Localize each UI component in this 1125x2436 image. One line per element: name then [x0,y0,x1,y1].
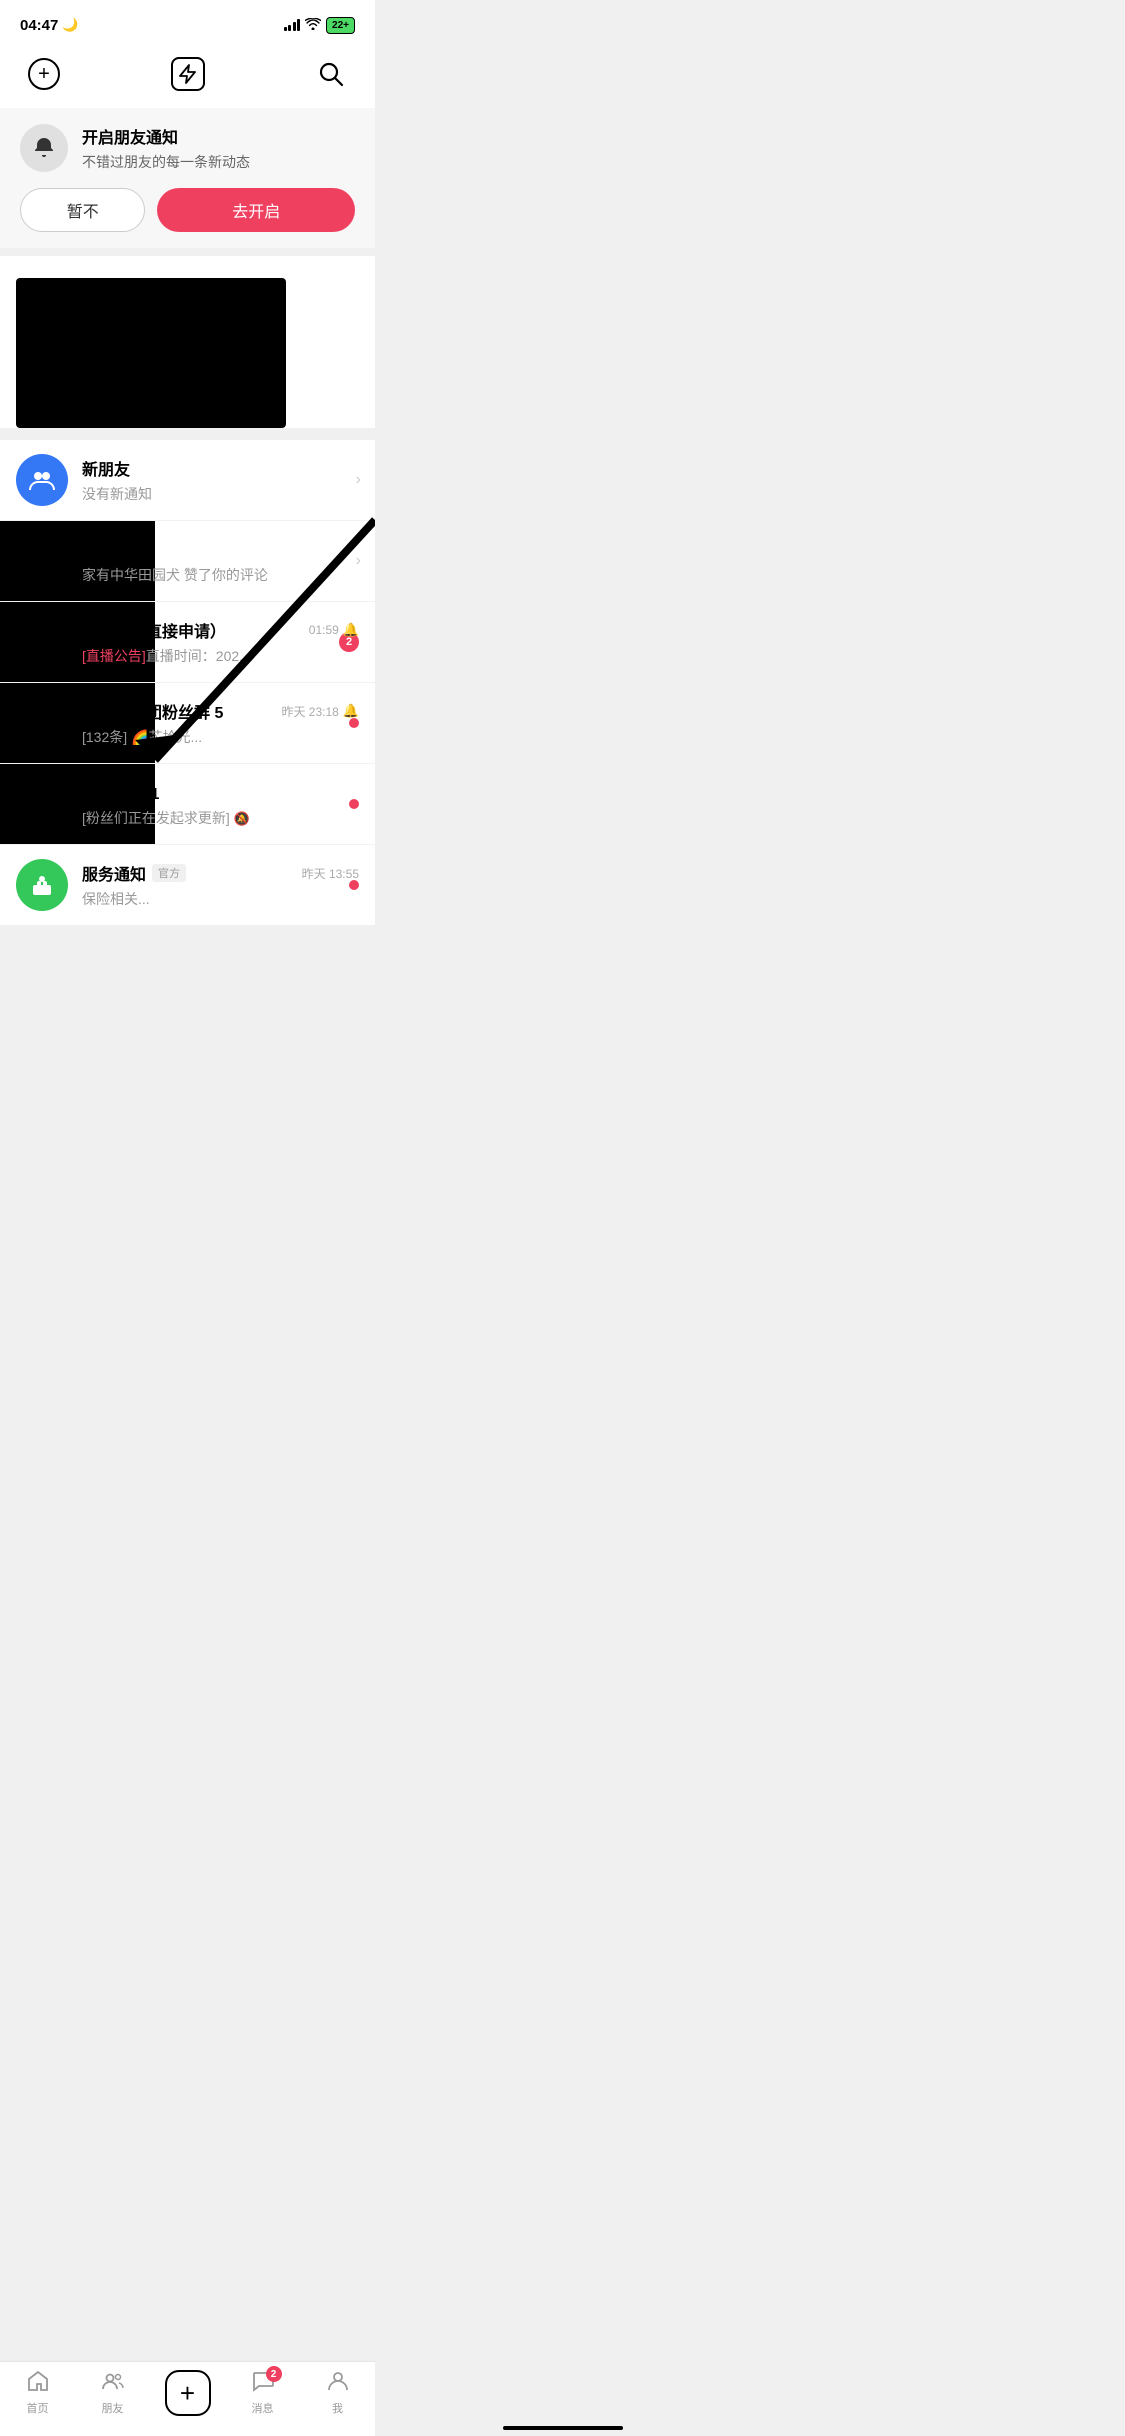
flash-icon [171,57,205,91]
message-item[interactable]: 互动消息 家有中华田园犬 赞了你的评论 › [0,521,375,602]
nav-plus-icon: + [165,2370,211,2416]
message-item[interactable]: 服务通知 官方 昨天 13:55 保险相关... [0,845,375,925]
message-item[interactable]: 新朋友 没有新通知 › [0,440,375,521]
message-item[interactable]: 粉丝群（直接申请） 01:59 🔔 [直播公告]直播时间：202... 2 [0,602,375,683]
avatar-interactions [16,535,68,587]
notification-banner: 开启朋友通知 不错过朋友的每一条新动态 暂不 去开启 [0,108,375,248]
status-bar: 04:47 🌙 22+ [0,0,375,44]
avatar-fans-group-5 [16,697,68,749]
notification-title: 开启朋友通知 [82,124,250,148]
section-divider [0,248,375,256]
search-button[interactable] [311,54,351,94]
avatar-new-friends [16,454,68,506]
message-title: 知青伙食团粉丝群 5 [82,699,223,723]
nav-label-friends: 朋友 [102,2400,124,2416]
avatar-fans-group [16,616,68,668]
nav-label-home: 首页 [27,2400,49,2416]
status-time: 04:47 🌙 [20,17,79,34]
chevron-right-icon: › [356,471,361,489]
message-time: 01:59 🔔 [309,622,359,638]
unread-dot [349,880,359,890]
notification-subtitle: 不错过朋友的每一条新动态 [82,152,250,172]
nav-label-me: 我 [332,2400,343,2416]
flash-button[interactable] [168,54,208,94]
official-tag: 官方 [152,864,186,882]
nav-label-messages: 消息 [252,2400,274,2416]
mute-icon: 🔕 [234,811,250,826]
nav-item-friends[interactable]: 朋友 [83,2370,143,2416]
message-title: 德福天下 1 [82,780,159,804]
bell-icon [32,136,56,160]
message-preview: 保险相关... [82,889,359,909]
avatar-service [16,859,68,911]
add-button[interactable]: + [24,54,64,94]
bottom-navigation: 首页 朋友 + 2 消息 我 [0,2361,375,2436]
message-title: 服务通知 [82,861,146,885]
friends-icon [102,2370,124,2398]
message-preview: [直播公告]直播时间：202... [82,646,359,666]
messages-badge: 2 [266,2366,282,2382]
message-title: 互动消息 [82,537,146,561]
message-list: 新朋友 没有新通知 › 互动消息 家有中华田园犬 赞了你的评论 › [0,440,375,925]
enable-button[interactable]: 去开启 [157,188,355,232]
message-title: 粉丝群（直接申请） [82,618,226,642]
chevron-right-icon: › [356,552,361,570]
signal-icon [284,19,301,31]
scroll-area: 开启朋友通知 不错过朋友的每一条新动态 暂不 去开启 [0,108,375,1005]
message-time: 昨天 13:55 [302,865,359,882]
search-icon [318,61,344,87]
notification-buttons: 暂不 去开启 [20,188,355,232]
message-time: 昨天 23:18 🔔 [281,703,359,720]
message-item[interactable]: 知青伙食团粉丝群 5 昨天 23:18 🔔 [132条] 🌈芯拾光... [0,683,375,764]
notification-content: 开启朋友通知 不错过朋友的每一条新动态 [20,124,355,172]
battery-icon: 22+ [326,17,355,34]
nav-item-home[interactable]: 首页 [8,2370,68,2416]
bell-avatar [20,124,68,172]
message-title: 新朋友 [82,456,130,480]
moon-icon: 🌙 [62,17,78,33]
message-preview: [粉丝们正在发起求更新] 🔕 [82,808,359,828]
nav-item-messages[interactable]: 2 消息 [233,2370,293,2416]
nav-item-me[interactable]: 我 [308,2370,368,2416]
mute-icon: 🔔 [343,703,359,719]
status-icons: 22+ [284,17,355,34]
message-item[interactable]: 德福天下 1 [粉丝们正在发起求更新] 🔕 [0,764,375,845]
time-text: 04:47 [20,17,58,34]
messages-icon: 2 [252,2370,274,2398]
message-preview: 家有中华田园犬 赞了你的评论 [82,565,359,585]
message-preview: [132条] 🌈芯拾光... [82,727,359,747]
add-icon: + [28,58,60,90]
avatar-defu [16,778,68,830]
wifi-icon [305,18,321,33]
mute-icon: 🔔 [343,622,359,638]
home-indicator [503,2426,623,2430]
home-icon [27,2370,49,2398]
me-icon [327,2370,349,2398]
image-block [16,278,286,428]
later-button[interactable]: 暂不 [20,188,145,232]
message-preview: 没有新通知 [82,484,359,504]
top-navigation: + [0,44,375,108]
nav-item-add[interactable]: + [158,2370,218,2416]
